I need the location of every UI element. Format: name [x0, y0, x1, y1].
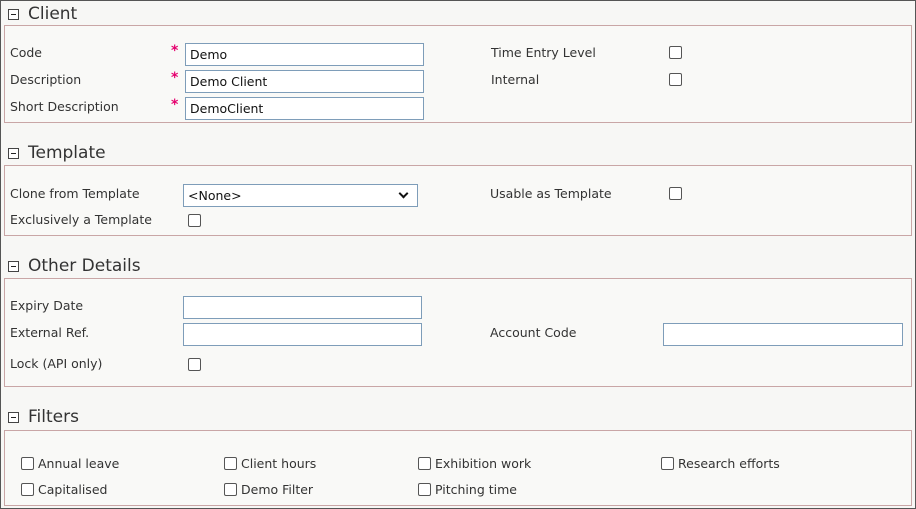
expiry-date-label: Expiry Date	[10, 298, 84, 313]
template-section: Clone from Template <None> Usable as Tem…	[4, 165, 912, 236]
filter-research-efforts[interactable]: Research efforts	[661, 456, 780, 471]
template-section-title: Template	[28, 143, 106, 163]
clone-template-label: Clone from Template	[10, 186, 140, 201]
filter-label: Research efforts	[678, 456, 780, 471]
other-details-section-header[interactable]: Other Details	[8, 255, 141, 277]
filter-label: Annual leave	[38, 456, 120, 471]
filter-label: Exhibition work	[435, 456, 532, 471]
filter-pitching-time[interactable]: Pitching time	[418, 482, 517, 497]
internal-checkbox[interactable]	[669, 73, 682, 86]
filter-label: Pitching time	[435, 482, 517, 497]
other-details-section: Expiry Date External Ref. Account Code L…	[4, 278, 912, 387]
collapse-icon[interactable]	[8, 8, 19, 20]
filter-checkbox[interactable]	[21, 483, 34, 496]
client-section-header[interactable]: Client	[8, 3, 77, 25]
exclusive-template-checkbox[interactable]	[188, 214, 201, 227]
lock-api-checkbox[interactable]	[188, 358, 201, 371]
clone-template-selected: <None>	[188, 188, 242, 203]
filters-section: Annual leave Client hours Exhibition wor…	[4, 430, 912, 506]
time-entry-level-label: Time Entry Level	[491, 45, 596, 60]
filter-checkbox[interactable]	[224, 457, 237, 470]
filter-client-hours[interactable]: Client hours	[224, 456, 316, 471]
client-section-title: Client	[28, 4, 78, 24]
template-section-header[interactable]: Template	[8, 142, 106, 164]
required-marker: *	[171, 70, 179, 86]
filter-checkbox[interactable]	[21, 457, 34, 470]
filters-section-title: Filters	[28, 407, 79, 427]
short-description-input[interactable]	[185, 97, 424, 120]
account-code-label: Account Code	[490, 325, 577, 340]
account-code-input[interactable]	[663, 323, 903, 346]
filter-label: Client hours	[241, 456, 317, 471]
usable-template-checkbox[interactable]	[669, 187, 682, 200]
filter-label: Demo Filter	[241, 482, 314, 497]
external-ref-input[interactable]	[183, 323, 422, 346]
filter-checkbox[interactable]	[418, 483, 431, 496]
filter-annual-leave[interactable]: Annual leave	[21, 456, 119, 471]
required-marker: *	[171, 43, 179, 59]
usable-template-label: Usable as Template	[490, 186, 612, 201]
internal-label: Internal	[491, 72, 540, 87]
lock-api-label: Lock (API only)	[10, 356, 103, 371]
client-form: Client Code * Description * Short Descri…	[0, 0, 916, 509]
external-ref-label: External Ref.	[10, 325, 90, 340]
filter-demo-filter[interactable]: Demo Filter	[224, 482, 313, 497]
exclusive-template-label: Exclusively a Template	[10, 212, 152, 227]
clone-template-select[interactable]: <None>	[183, 184, 418, 207]
filter-checkbox[interactable]	[418, 457, 431, 470]
code-input[interactable]	[185, 43, 424, 66]
expiry-date-input[interactable]	[183, 296, 422, 319]
collapse-icon[interactable]	[8, 147, 19, 159]
filter-exhibition-work[interactable]: Exhibition work	[418, 456, 531, 471]
description-label: Description	[10, 72, 82, 87]
filter-capitalised[interactable]: Capitalised	[21, 482, 107, 497]
filter-checkbox[interactable]	[224, 483, 237, 496]
filter-checkbox[interactable]	[661, 457, 674, 470]
filter-label: Capitalised	[38, 482, 108, 497]
description-input[interactable]	[185, 70, 424, 93]
chevron-down-icon	[398, 188, 409, 199]
other-details-section-title: Other Details	[28, 256, 141, 276]
collapse-icon[interactable]	[8, 260, 19, 272]
collapse-icon[interactable]	[8, 411, 19, 423]
required-marker: *	[171, 97, 179, 113]
filters-section-header[interactable]: Filters	[8, 406, 79, 428]
code-label: Code	[10, 45, 43, 60]
client-section: Code * Description * Short Description *…	[4, 25, 912, 123]
time-entry-level-checkbox[interactable]	[669, 46, 682, 59]
short-description-label: Short Description	[10, 99, 119, 114]
